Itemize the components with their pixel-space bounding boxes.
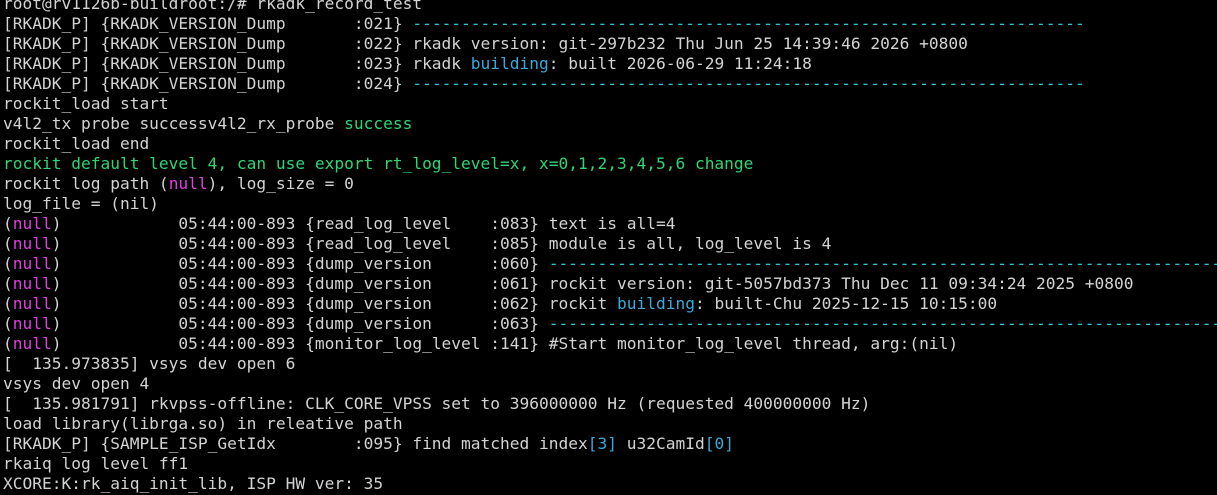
terminal-text: null — [12, 334, 52, 353]
terminal-line: rockit default level 4, can use export r… — [3, 154, 1217, 174]
terminal-text: [ 135.973835] vsys dev open 6 — [3, 354, 296, 373]
terminal-text: vsys dev open 4 — [3, 374, 150, 393]
terminal-text: ) 05:44:00-893 {dump_version :061} rocki… — [51, 274, 1134, 293]
terminal-line: rockit_load end — [3, 134, 1217, 154]
terminal-line: (null) 05:44:00-893 {dump_version :061} … — [3, 274, 1217, 294]
terminal-line: rockit_load start — [3, 94, 1217, 114]
terminal-text: null — [12, 234, 52, 253]
terminal-text: ) 05:44:00-893 {read_log_level :085} mod… — [51, 234, 832, 253]
terminal-text: ( — [3, 234, 13, 253]
terminal-text: null — [12, 214, 52, 233]
terminal-text: building — [617, 294, 695, 313]
terminal-line: XCORE:K:rk_aiq_init_lib, ISP HW ver: 35 — [3, 474, 1217, 494]
terminal-text: ( — [3, 274, 13, 293]
terminal-text: [RKADK_P] {RKADK_VERSION_Dump :022} rkad… — [3, 34, 968, 53]
terminal-text: rkaiq log level ff1 — [3, 454, 189, 473]
terminal-text: ) 05:44:00-893 {dump_version :062} rocki… — [51, 294, 617, 313]
terminal-line: vsys dev open 4 — [3, 374, 1217, 394]
terminal-text: ----------------------------------------… — [412, 14, 1085, 33]
terminal-text: null — [12, 274, 52, 293]
terminal-text: ( — [3, 334, 13, 353]
terminal-text: : built-Chu 2025-12-15 10:15:00 — [694, 294, 998, 313]
terminal-text: ), log_size = 0 — [207, 174, 354, 193]
terminal-line: rkaiq log level ff1 — [3, 454, 1217, 474]
terminal-text: ) 05:44:00-893 {dump_version :060} — [51, 254, 549, 273]
terminal-line: rockit log path (null), log_size = 0 — [3, 174, 1217, 194]
terminal-text: ( — [3, 254, 13, 273]
terminal-line: [ 135.973835] vsys dev open 6 — [3, 354, 1217, 374]
terminal-line: [RKADK_P] {RKADK_VERSION_Dump :021} ----… — [3, 14, 1217, 34]
terminal-text: v4l2_tx probe successv4l2_rx_probe — [3, 114, 345, 133]
terminal-text: null — [12, 314, 52, 333]
terminal-text: XCORE:K:rk_aiq_init_lib, ISP HW ver: 35 — [3, 474, 384, 493]
terminal-line: [ 135.981791] rkvpss-offline: CLK_CORE_V… — [3, 394, 1217, 414]
terminal-text: ( — [3, 214, 13, 233]
terminal-text: ) 05:44:00-893 {dump_version :063} — [51, 314, 549, 333]
terminal-text: ----------------------------------------… — [548, 254, 1217, 273]
terminal-line: load library(librga.so) in releative pat… — [3, 414, 1217, 434]
terminal-line: root@rv1126b-buildroot:/# rkadk_record_t… — [3, 0, 1217, 14]
terminal-line: [RKADK_P] {SAMPLE_ISP_GetIdx :095} find … — [3, 434, 1217, 454]
terminal-text: load library(librga.so) in releative pat… — [3, 414, 403, 433]
terminal-line: (null) 05:44:00-893 {read_log_level :085… — [3, 234, 1217, 254]
terminal-text: ----------------------------------------… — [412, 74, 1085, 93]
terminal-text: success — [344, 114, 413, 133]
terminal-text: ----------------------------------------… — [548, 314, 1217, 333]
terminal-text: building — [470, 54, 549, 73]
terminal-text: [0] — [704, 434, 734, 453]
terminal-line: (null) 05:44:00-893 {dump_version :062} … — [3, 294, 1217, 314]
terminal-line: [RKADK_P] {RKADK_VERSION_Dump :023} rkad… — [3, 54, 1217, 74]
terminal-text: [RKADK_P] {RKADK_VERSION_Dump :023} rkad… — [3, 54, 471, 73]
terminal-text: [ 135.981791] rkvpss-offline: CLK_CORE_V… — [3, 394, 871, 413]
terminal-text: u32CamId — [617, 434, 705, 453]
terminal-text: [RKADK_P] {RKADK_VERSION_Dump :021} — [3, 14, 413, 33]
terminal-text: : built 2026-06-29 11:24:18 — [548, 54, 812, 73]
terminal-text: rockit log path ( — [3, 174, 169, 193]
terminal-line: (null) 05:44:00-893 {dump_version :063} … — [3, 314, 1217, 334]
terminal-line: [RKADK_P] {RKADK_VERSION_Dump :024} ----… — [3, 74, 1217, 94]
terminal-text: ( — [3, 314, 13, 333]
terminal-line: v4l2_tx probe successv4l2_rx_probe succe… — [3, 114, 1217, 134]
terminal-text: [RKADK_P] {SAMPLE_ISP_GetIdx :095} find … — [3, 434, 588, 453]
terminal-text: rockit default level 4, can use export r… — [3, 154, 754, 173]
terminal-text: root@rv1126b-buildroot:/# rkadk_record_t… — [3, 0, 423, 13]
terminal-text: null — [12, 294, 52, 313]
terminal-text: null — [168, 174, 208, 193]
terminal-line: log_file = (nil) — [3, 194, 1217, 214]
terminal-text: ) 05:44:00-893 {read_log_level :083} tex… — [51, 214, 676, 233]
terminal-text: rockit_load start — [3, 94, 169, 113]
terminal-line: [RKADK_P] {RKADK_VERSION_Dump :022} rkad… — [3, 34, 1217, 54]
terminal-text: rockit_load end — [3, 134, 150, 153]
terminal-line: (null) 05:44:00-893 {dump_version :060} … — [3, 254, 1217, 274]
terminal-text: [3] — [587, 434, 617, 453]
terminal-text: [RKADK_P] {RKADK_VERSION_Dump :024} — [3, 74, 413, 93]
terminal-line: (null) 05:44:00-893 {read_log_level :083… — [3, 214, 1217, 234]
terminal-output[interactable]: root@rv1126b-buildroot:/# rkadk_record_t… — [0, 0, 1217, 493]
terminal-text: ( — [3, 294, 13, 313]
terminal-text: ) 05:44:00-893 {monitor_log_level :141} … — [51, 334, 959, 353]
terminal-line: (null) 05:44:00-893 {monitor_log_level :… — [3, 334, 1217, 354]
terminal-text: null — [12, 254, 52, 273]
terminal-text: log_file = (nil) — [3, 194, 159, 213]
